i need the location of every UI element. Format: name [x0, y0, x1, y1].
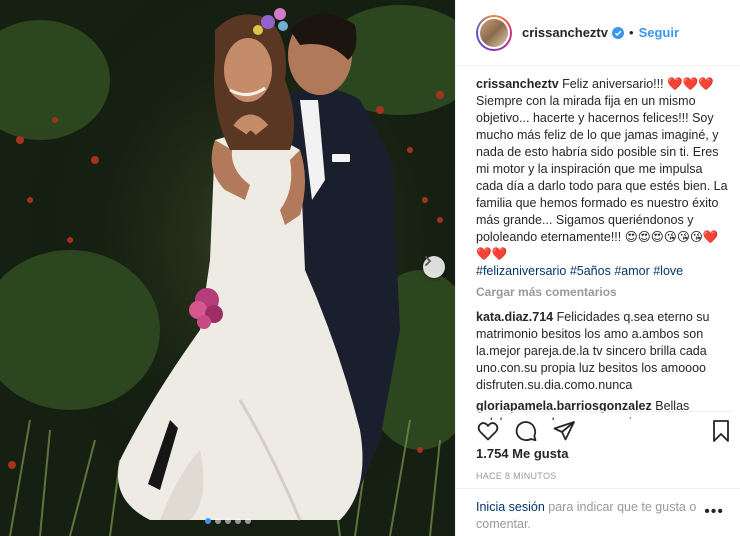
- carousel-dot: [234, 518, 241, 524]
- follow-button[interactable]: Seguir: [639, 25, 679, 40]
- next-slide-button[interactable]: [423, 256, 445, 278]
- author-username[interactable]: crissancheztv: [522, 25, 608, 40]
- verified-badge-icon: [612, 26, 624, 39]
- carousel-indicators: [0, 518, 455, 524]
- post-photo[interactable]: [0, 0, 455, 536]
- wedding-couple-image: [0, 0, 455, 536]
- carousel-dot: [204, 518, 211, 524]
- carousel-dot: [244, 518, 251, 524]
- carousel-dot: [224, 518, 231, 524]
- comments-section: crissancheztv Feliz aniversario!!! ❤️❤️❤…: [476, 76, 728, 424]
- comment-item: kata.diaz.714 Felicidades q.sea eterno s…: [476, 309, 728, 394]
- caption: crissancheztv Feliz aniversario!!! ❤️❤️❤…: [476, 76, 728, 280]
- hashtag-link[interactable]: #felizaniversario: [476, 264, 566, 278]
- heart-outline-icon: [477, 421, 499, 440]
- post-timestamp: HACE 8 MINUTOS: [476, 471, 557, 481]
- hashtag-link[interactable]: #amor: [614, 264, 649, 278]
- bookmark-icon: [713, 419, 729, 442]
- speech-bubble-icon: [515, 420, 537, 441]
- comment-username[interactable]: kata.diaz.714: [476, 310, 553, 324]
- avatar[interactable]: [476, 14, 512, 51]
- hashtag-link[interactable]: #love: [653, 264, 683, 278]
- share-button[interactable]: [552, 419, 576, 443]
- login-link[interactable]: Inicia sesión: [476, 500, 545, 514]
- like-button[interactable]: [476, 419, 500, 443]
- paper-plane-icon: [553, 420, 575, 440]
- more-options-button[interactable]: •••: [704, 503, 724, 521]
- hashtag-link[interactable]: #5años: [570, 264, 611, 278]
- post-actions: [476, 411, 732, 449]
- load-more-comments-button[interactable]: Cargar más comentarios: [476, 284, 728, 301]
- login-prompt: Inicia sesión para indicar que te gusta …: [456, 488, 740, 536]
- post-side-panel: crissancheztv • Seguir crissancheztv Fel…: [455, 0, 740, 536]
- post-header: crissancheztv • Seguir: [456, 0, 740, 66]
- caption-username[interactable]: crissancheztv: [476, 77, 559, 91]
- caption-text: Feliz aniversario!!! ❤️❤️❤️ Siempre con …: [476, 77, 728, 261]
- chevron-right-icon: [425, 256, 432, 266]
- carousel-dot: [214, 518, 221, 524]
- header-separator: •: [629, 25, 634, 40]
- save-button[interactable]: [710, 419, 732, 443]
- hashtag-list: #felizaniversario #5años #amor #love: [476, 263, 728, 280]
- like-count[interactable]: 1.754 Me gusta: [476, 446, 569, 461]
- comment-button[interactable]: [514, 419, 538, 443]
